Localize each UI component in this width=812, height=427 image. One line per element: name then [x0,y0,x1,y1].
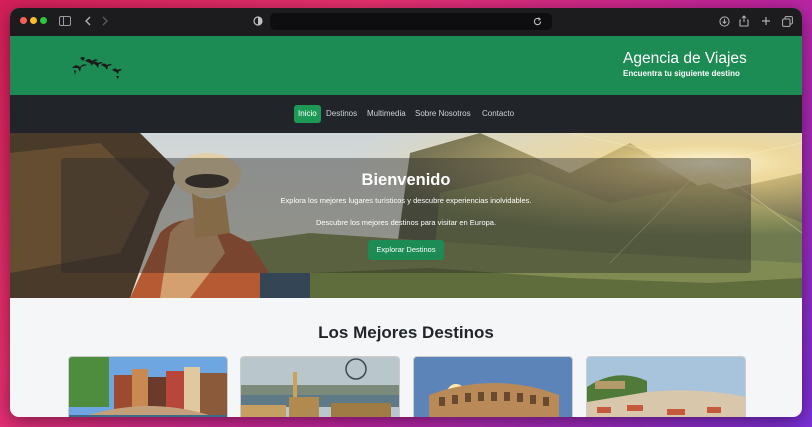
close-window-button[interactable] [20,17,27,24]
zoom-window-button[interactable] [40,17,47,24]
nav-item-destinos[interactable]: Destinos [322,105,361,123]
destination-card-lisbon[interactable] [586,356,746,417]
destinations-heading: Los Mejores Destinos [318,323,494,342]
rome-colosseum-photo [414,357,572,417]
destination-card-london[interactable] [240,356,400,417]
nav-item-contacto[interactable]: Contacto [478,105,518,123]
birds-logo[interactable] [70,52,128,80]
back-icon[interactable] [81,14,95,28]
new-tab-icon[interactable] [759,14,773,28]
browser-window: Agencia de Viajes Encuentra tu siguiente… [10,8,802,417]
download-icon[interactable] [717,14,731,28]
hero-text-2: Descubre los mejores destinos para visit… [315,218,497,227]
forward-icon[interactable] [98,14,112,28]
amsterdam-canal-photo [69,357,227,417]
agency-subtitle: Encuentra tu siguiente destino [623,69,740,78]
address-bar[interactable] [270,13,552,30]
london-thames-photo [241,357,399,417]
hero-text-1: Explora los mejores lugares turísticos y… [280,196,532,205]
nav-item-sobre-nosotros[interactable]: Sobre Nosotros [411,105,475,123]
explore-destinations-button[interactable]: Explorar Destinos [368,240,444,260]
sidebar-icon[interactable] [58,14,72,28]
hero-section: Bienvenido Explora los mejores lugares t… [10,133,802,298]
destination-card-amsterdam[interactable] [68,356,228,417]
nav-item-inicio[interactable]: Inicio [294,105,321,123]
tabs-overview-icon[interactable] [780,14,794,28]
minimize-window-button[interactable] [30,17,37,24]
reload-icon[interactable] [530,14,544,28]
destination-card-rome[interactable] [413,356,573,417]
share-icon[interactable] [737,14,751,28]
site-header: Agencia de Viajes Encuentra tu siguiente… [10,36,802,95]
browser-toolbar [10,8,802,36]
lisbon-city-photo [587,357,745,417]
main-navbar: Inicio Destinos Multimedia Sobre Nosotro… [10,95,802,133]
nav-item-multimedia[interactable]: Multimedia [363,105,410,123]
privacy-shield-icon[interactable] [251,14,265,28]
hero-heading: Bienvenido [361,171,451,189]
agency-title: Agencia de Viajes [623,50,747,67]
